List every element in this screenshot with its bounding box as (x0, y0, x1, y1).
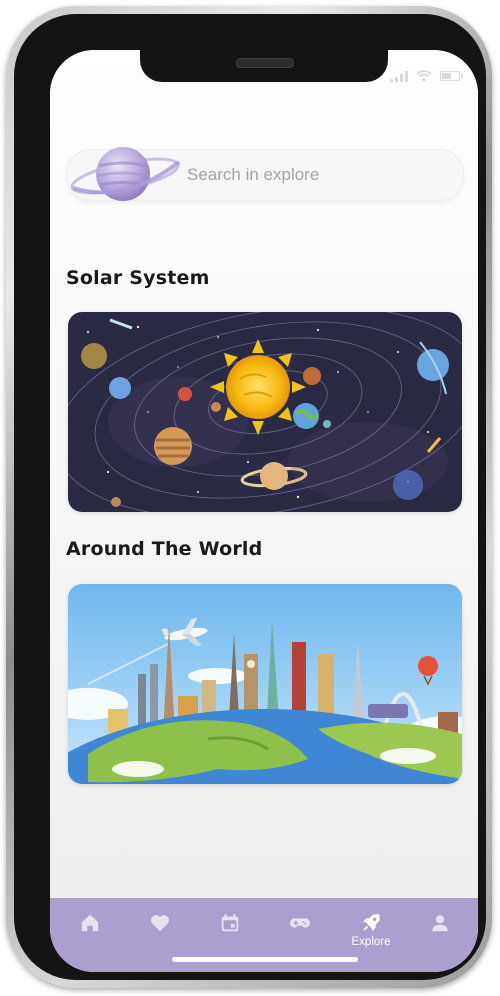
bottom-navigation: Explore (50, 898, 478, 972)
screen: Solar System (50, 50, 478, 972)
nav-games[interactable] (278, 912, 322, 952)
speaker-grille (236, 58, 294, 68)
rocket-icon (362, 914, 380, 932)
nav-favorites[interactable] (138, 912, 182, 952)
search-input[interactable] (187, 162, 447, 188)
nav-profile[interactable] (418, 912, 462, 952)
world-landmarks-illustration (68, 584, 462, 784)
search-bar[interactable] (66, 147, 464, 201)
signal-icon (390, 70, 408, 82)
wifi-icon (416, 70, 432, 82)
home-icon (81, 914, 99, 932)
section-title-around-the-world: Around The World (66, 538, 263, 560)
home-indicator[interactable] (172, 957, 358, 962)
solar-system-card[interactable] (68, 312, 462, 512)
phone-bezel: Solar System (14, 14, 486, 980)
gamepad-icon (289, 918, 311, 928)
planet-icon (70, 147, 181, 201)
battery-icon (440, 71, 463, 81)
section-title-solar-system: Solar System (66, 267, 210, 289)
nav-calendar[interactable] (208, 912, 252, 952)
solar-system-illustration (68, 312, 462, 512)
calendar-icon (221, 914, 239, 932)
nav-home[interactable] (68, 912, 112, 952)
around-the-world-card[interactable] (68, 584, 462, 784)
user-icon (432, 915, 448, 932)
heart-icon (151, 915, 169, 932)
nav-explore-label: Explore (351, 936, 391, 948)
nav-explore[interactable]: Explore (346, 912, 396, 952)
status-bar (390, 70, 463, 82)
notch (140, 50, 388, 82)
